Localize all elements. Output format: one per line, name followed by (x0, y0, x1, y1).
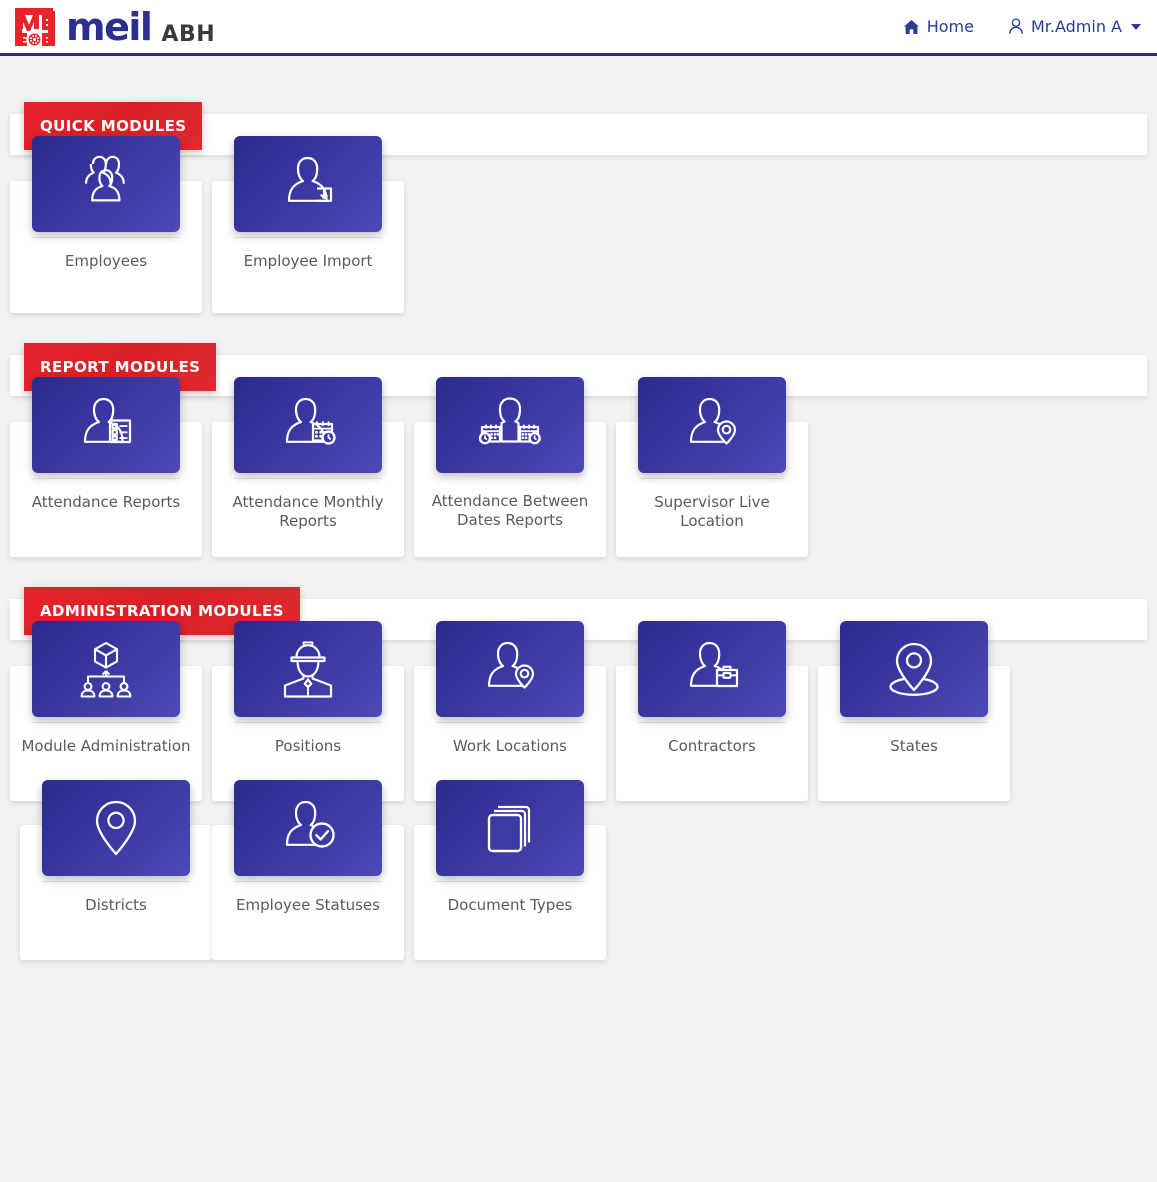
map-pin-icon (95, 800, 137, 856)
tile-divider (436, 722, 584, 723)
user-check-icon (285, 800, 335, 848)
tile-icon-panel (638, 621, 786, 717)
tile-icon-panel (234, 780, 382, 876)
tile-employee-import[interactable]: Employee Import (212, 136, 404, 313)
app-header: meil ABH Home Mr.Admin A (0, 0, 1157, 56)
user-calendar-clock-icon (285, 397, 336, 445)
tile-label: Employee Import (243, 252, 373, 270)
section-quick-modules: QUICK MODULES Employees Employee Import (0, 102, 1157, 337)
tile-icon-panel (436, 780, 584, 876)
section-bar: QUICK MODULES (10, 102, 1147, 155)
user-checklist-icon (83, 397, 132, 444)
tile-divider (638, 478, 786, 479)
top-navigation: Home Mr.Admin A (903, 17, 1141, 36)
tile-divider (32, 478, 180, 479)
tile-icon-panel (234, 136, 382, 232)
tile-label: Supervisor Live Location (654, 493, 770, 531)
tile-label: Employees (64, 252, 148, 270)
tile-label: Positions (274, 737, 342, 755)
tile-attendance-reports[interactable]: Attendance Reports (10, 377, 202, 557)
tile-label: Document Types (447, 896, 573, 914)
nav-home-label: Home (926, 17, 974, 36)
tile-icon-panel (234, 621, 382, 717)
tile-divider (42, 881, 190, 882)
tile-icon-panel (638, 377, 786, 473)
tile-divider (234, 237, 382, 238)
tile-divider (234, 722, 382, 723)
tile-grid-administration-modules: Module Administration Positions Work Loc… (0, 621, 1157, 984)
section-administration-modules: ADMINISTRATION MODULES Module Administra… (0, 587, 1157, 984)
user-location-pin-icon (689, 397, 737, 445)
tile-icon-panel (32, 377, 180, 473)
tile-icon-panel (32, 136, 180, 232)
tile-label: Work Locations (452, 737, 567, 755)
user-download-icon (287, 156, 333, 202)
brand-logo[interactable]: meil ABH (12, 5, 215, 49)
cube-org-chart-icon (80, 641, 132, 698)
tile-employee-statuses[interactable]: Employee Statuses (212, 780, 404, 960)
user-briefcase-icon (689, 641, 739, 688)
tile-label: States (890, 737, 938, 755)
brand-suffix: ABH (161, 21, 216, 47)
tile-employees[interactable]: Employees (10, 136, 202, 313)
tile-divider (234, 478, 382, 479)
tile-icon-panel (234, 377, 382, 473)
tile-divider (234, 881, 382, 882)
tile-label: Attendance Monthly Reports (232, 493, 384, 531)
tile-icon-panel (436, 621, 584, 717)
tile-states[interactable]: States (818, 621, 1010, 801)
tile-divider (32, 722, 180, 723)
tile-attendance-between-dates-reports[interactable]: Attendance Between Dates Reports (414, 377, 606, 557)
tile-grid-report-modules: Attendance Reports Attendance Monthly Re… (0, 377, 1157, 581)
tile-label: Attendance Reports (31, 493, 181, 511)
tile-label: Employee Statuses (236, 896, 380, 914)
tile-icon-panel (42, 780, 190, 876)
tile-label: Contractors (668, 737, 756, 755)
tile-label: Districts (85, 896, 147, 914)
user-location-pin-icon (487, 641, 535, 689)
tile-icon-panel (32, 621, 180, 717)
user-icon (1009, 18, 1023, 35)
tile-contractors[interactable]: Contractors (616, 621, 808, 801)
tile-divider (32, 237, 180, 238)
tile-icon-panel (436, 377, 584, 473)
home-icon (903, 19, 919, 34)
tile-supervisor-live-location[interactable]: Supervisor Live Location (616, 377, 808, 557)
meil-logo-icon (15, 7, 55, 46)
section-report-modules: REPORT MODULES Attendance Reports Attend… (0, 343, 1157, 581)
map-pin-base-icon (889, 642, 939, 696)
tile-document-types[interactable]: Document Types (414, 780, 606, 960)
tile-divider (840, 722, 988, 723)
hardhat-worker-icon (283, 641, 333, 698)
tile-label: Attendance Between Dates Reports (431, 492, 589, 530)
nav-user-menu[interactable]: Mr.Admin A (1008, 17, 1141, 36)
tile-grid-quick-modules: Employees Employee Import (0, 136, 1157, 337)
tile-attendance-monthly-reports[interactable]: Attendance Monthly Reports (212, 377, 404, 557)
tile-icon-panel (840, 621, 988, 717)
user-two-calendars-icon (478, 397, 541, 445)
chevron-down-icon (1131, 23, 1141, 30)
documents-stack-icon (487, 805, 531, 853)
tile-divider (436, 881, 584, 882)
nav-home[interactable]: Home (903, 17, 974, 36)
users-group-icon (84, 155, 125, 202)
tile-districts[interactable]: Districts (20, 780, 212, 960)
tile-divider (638, 722, 786, 723)
nav-user-label: Mr.Admin A (1030, 17, 1122, 36)
brand-name: meil (66, 4, 153, 49)
tile-label: Module Administration (21, 737, 191, 755)
